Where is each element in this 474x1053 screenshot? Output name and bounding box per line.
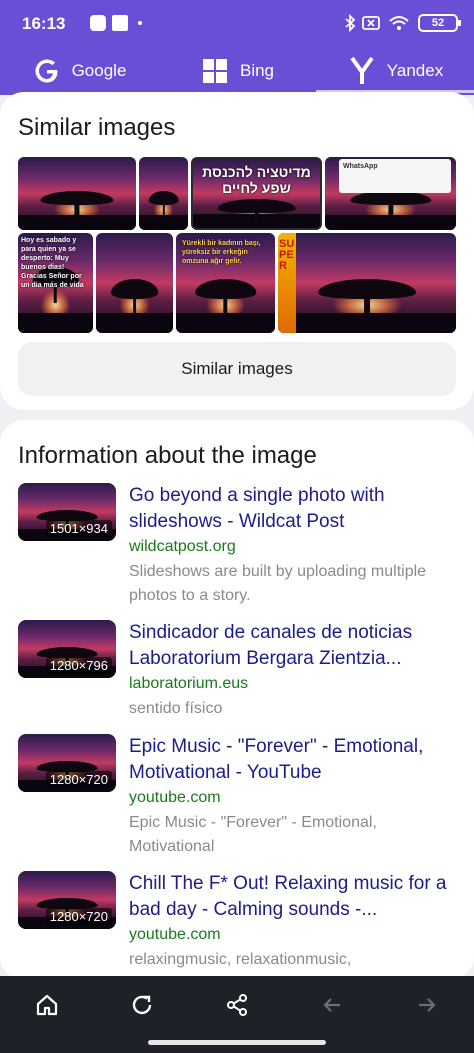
similar-image-2[interactable] <box>139 157 188 230</box>
more-notifications-icon <box>138 14 142 32</box>
wifi-icon <box>388 14 410 32</box>
top-bar: 16:13 52 Google Bing Yandex <box>0 0 474 95</box>
tab-google-label: Google <box>71 60 127 80</box>
tab-bing[interactable]: Bing <box>158 46 316 95</box>
result-size-badge: 1280×720 <box>45 908 112 925</box>
similar-image-4-caption: WhatsApp <box>343 163 378 170</box>
result-title[interactable]: Sindicador de canales de noticias Labora… <box>129 620 459 672</box>
image-info-title: Information about the image <box>18 442 317 469</box>
similar-image-7[interactable]: Yürekli bir kadının başı, yüreksiz bir e… <box>176 233 275 333</box>
result-thumbnail[interactable]: 1501×934 <box>18 483 116 541</box>
tab-bing-label: Bing <box>239 60 275 80</box>
result-title[interactable]: Go beyond a single photo with slideshows… <box>129 483 459 535</box>
notification-icon <box>90 14 106 32</box>
back-arrow-icon[interactable] <box>317 990 347 1020</box>
tab-google[interactable]: Google <box>0 46 158 95</box>
similar-image-1[interactable] <box>18 157 136 230</box>
similar-image-8-caption: SUPER <box>279 238 295 272</box>
result-description: sentido físico <box>129 700 223 717</box>
yandex-icon <box>347 56 377 86</box>
status-bar: 16:13 52 <box>0 0 474 46</box>
result-domain[interactable]: youtube.com <box>129 789 221 807</box>
result-description: Epic Music - "Forever" - Emotional, Moti… <box>129 814 377 855</box>
result-title[interactable]: Epic Music - "Forever" - Emotional, Moti… <box>129 734 459 786</box>
similar-image-4[interactable]: WhatsApp <box>325 157 456 230</box>
similar-image-6[interactable] <box>96 233 173 333</box>
search-engine-tabs: Google Bing Yandex <box>0 46 474 95</box>
bluetooth-icon <box>344 14 356 32</box>
similar-image-8[interactable]: SUPER <box>278 233 456 333</box>
result-description: relaxingmusic, relaxationmusic, <box>129 951 352 968</box>
result-description: Slideshows are built by uploading multip… <box>129 563 427 604</box>
similar-image-3[interactable]: מדיטציה להכנסת שפע לחיים <box>191 157 322 230</box>
result-domain[interactable]: wildcatpost.org <box>129 538 236 556</box>
tab-yandex-label: Yandex <box>386 60 444 80</box>
result-thumbnail[interactable]: 1280×796 <box>18 620 116 678</box>
similar-image-5-caption: Hoy es sabado y para quien ya se despert… <box>21 237 84 289</box>
home-indicator[interactable] <box>148 1040 326 1045</box>
similar-image-5[interactable]: Hoy es sabado y para quien ya se despert… <box>18 233 93 333</box>
result-title[interactable]: Chill The F* Out! Relaxing music for a b… <box>129 871 459 923</box>
refresh-icon[interactable] <box>127 990 157 1020</box>
image-info-card: Information about the image 1501×934 Go … <box>0 420 474 980</box>
battery-indicator: 52 <box>418 14 461 32</box>
similar-images-button[interactable]: Similar images <box>18 342 456 396</box>
app-notification-icon <box>112 14 128 32</box>
result-size-badge: 1501×934 <box>45 520 112 537</box>
result-size-badge: 1280×720 <box>45 771 112 788</box>
google-icon <box>32 56 62 86</box>
result-domain[interactable]: laboratorium.eus <box>129 675 248 693</box>
bing-icon <box>200 56 230 86</box>
result-thumbnail[interactable]: 1280×720 <box>18 871 116 929</box>
result-domain[interactable]: youtube.com <box>129 926 221 944</box>
status-time: 16:13 <box>22 14 66 33</box>
similar-image-3-caption: מדיטציה להכנסת שפע לחיים <box>202 164 311 196</box>
similar-image-7-caption: Yürekli bir kadının başı, yüreksiz bir e… <box>182 240 261 265</box>
share-icon[interactable] <box>222 990 252 1020</box>
result-thumbnail[interactable]: 1280×720 <box>18 734 116 792</box>
forward-arrow-icon[interactable] <box>412 990 442 1020</box>
tab-yandex[interactable]: Yandex <box>316 46 474 95</box>
result-size-badge: 1280×796 <box>45 657 112 674</box>
similar-images-title: Similar images <box>18 114 176 141</box>
similar-images-card: Similar images מדיטציה להכנסת שפע לחיים … <box>0 92 474 410</box>
home-icon[interactable] <box>32 990 62 1020</box>
mute-icon <box>362 14 380 32</box>
